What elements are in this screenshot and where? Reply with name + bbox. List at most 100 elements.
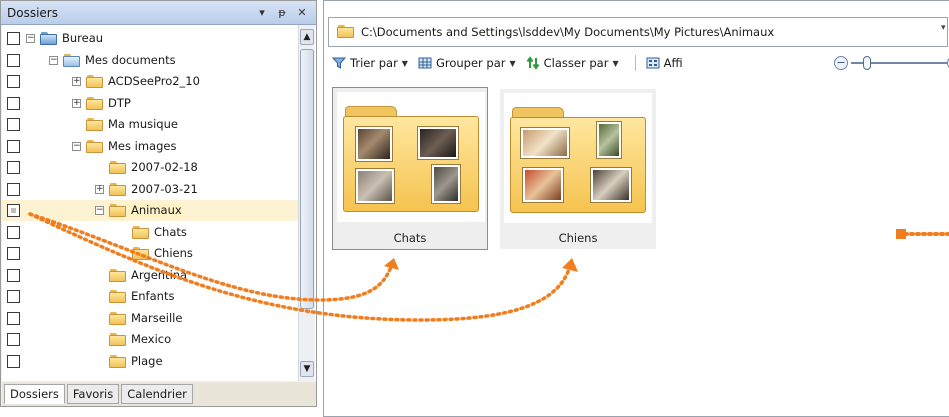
tree-item-checkbox[interactable] [7,311,20,325]
tab-dossiers[interactable]: Dossiers [4,384,65,404]
tree-item[interactable]: + ACDSeePro2_10 [2,71,298,92]
view-label: Affi [663,56,683,70]
documents-icon [63,53,81,68]
close-panel-icon[interactable]: ✕ [294,5,310,21]
tree-item-checkbox[interactable] [7,354,20,368]
tree-item-checkbox[interactable] [7,118,20,131]
tree-item-checkbox[interactable] [7,290,20,303]
address-bar[interactable]: C:\Documents and Settings\lsddev\My Docu… [328,17,948,47]
tree-item-label: Marseille [131,310,183,325]
folder-icon [86,75,104,89]
tree-item[interactable]: Marseille [2,308,298,329]
tree-item-checkbox[interactable] [7,225,20,239]
zoom-knob[interactable] [863,56,871,70]
panel-menu-dropdown-icon[interactable]: ▾ [254,5,270,21]
collapse-icon[interactable]: − [49,55,58,65]
tree-item-checkbox[interactable] [7,32,20,45]
folder-icon [109,182,127,197]
toolbar-separator [634,55,636,71]
tree-scrollbar[interactable]: ▲ ▼ [298,25,315,381]
expand-icon[interactable]: + [72,77,81,86]
view-mode-icon [646,56,660,70]
tree-item[interactable]: 2007-02-18 [2,157,298,178]
pictures-folder-icon [86,139,104,154]
tree-item-checkbox[interactable] [7,333,20,346]
tree-item[interactable]: + DTP [2,93,298,114]
tree-item-label: Bureau [62,31,104,45]
address-path[interactable]: C:\Documents and Settings\lsddev\My Docu… [361,25,774,39]
collapse-icon[interactable]: − [72,141,81,151]
view-button[interactable]: Affi [646,56,683,70]
folder-icon [109,311,127,326]
tree-item-checkbox[interactable] [7,268,20,282]
folders-panel-title: Dossiers [7,5,58,20]
tree-item[interactable]: Mexico [2,329,298,350]
order-by-label: Classer par [543,56,609,70]
collapse-icon[interactable]: − [95,206,104,215]
tree-item[interactable]: Enfants [2,286,298,307]
tree-item-label: Chats [154,224,187,239]
tree-item[interactable]: − Mes documents [2,50,298,71]
tree-item-checkbox[interactable] [7,247,20,260]
tree-item-checkbox[interactable] [7,96,20,110]
tree-item-checkbox[interactable] [7,182,20,196]
folder-icon [109,290,127,304]
tree-item[interactable]: Ma musique [2,114,298,135]
tree-item-checkbox[interactable] [7,204,20,217]
expand-icon[interactable]: + [72,98,81,108]
tree-item-checkbox[interactable] [7,75,20,88]
thumbnail-chats[interactable]: Chats [332,87,488,250]
order-by-dropdown-icon: ▼ [612,58,619,68]
folder-icon [343,106,479,212]
collapse-icon[interactable]: − [26,34,35,43]
tree-item[interactable]: +2007-03-21 [2,179,298,200]
pin-icon[interactable]: ᵽ [274,5,290,21]
file-list-pane: C:\Documents and Settings\lsddev\My Docu… [323,0,949,417]
scrollbar-thumb[interactable] [300,49,314,309]
tree-item-checkbox[interactable] [7,139,20,153]
sort-by-button[interactable]: Trier par ▼ [331,56,408,70]
tree-item-label: Mes documents [85,52,176,67]
tab-calendrier[interactable]: Calendrier [121,384,193,404]
tree-item[interactable]: Chiens [2,243,298,264]
folder-icon [132,225,150,240]
tab-favoris[interactable]: Favoris [66,384,120,404]
folder-icon [86,96,104,111]
tree-item[interactable]: − Mes images [2,136,298,157]
tree-item[interactable]: Chats [2,222,298,243]
scroll-down-arrow-icon[interactable]: ▼ [300,361,314,377]
tree-item-checkbox[interactable] [7,53,20,67]
tree-item-label: 2007-03-21 [131,181,198,196]
thumbnail-label: Chiens [558,231,598,245]
panel-tabs: Dossiers Favoris Calendrier [2,382,316,406]
folders-panel-header: Dossiers ▾ ᵽ ✕ [1,1,316,25]
tree-item-label: Mes images [108,138,177,153]
tree-item-checkbox[interactable] [7,161,20,174]
music-folder-icon [86,118,104,132]
expand-icon[interactable]: + [95,184,104,194]
scroll-up-arrow-icon[interactable]: ▲ [300,29,314,45]
folder-icon [109,268,127,283]
tree-item[interactable]: Plage [2,351,298,372]
tree-item[interactable]: − Animaux [2,200,298,221]
zoom-track[interactable] [851,56,947,70]
order-by-button[interactable]: Classer par ▼ [526,56,619,70]
sort-by-dropdown-icon: ▼ [401,58,408,68]
tree-item-label: DTP [108,95,131,110]
tree-item-label: ACDSeePro2_10 [108,74,200,88]
thumbnail-label: Chats [393,231,427,245]
tree-item[interactable]: Argentina [2,265,298,286]
group-by-label: Grouper par [435,56,506,70]
tree-item[interactable]: − Bureau [2,28,298,49]
group-by-button[interactable]: Grouper par ▼ [418,56,516,70]
desktop-icon [40,32,58,46]
folder-thumbnail-image [337,92,485,222]
sort-by-label: Trier par [350,56,398,70]
zoom-out-icon[interactable]: − [834,56,848,70]
thumbnail-chiens[interactable]: Chiens [500,89,656,249]
folders-panel: Dossiers ▾ ᵽ ✕ − Bureau − Mes documents + ACD… [0,0,317,407]
address-dropdown-icon[interactable]: ▾ [941,23,949,33]
folder-icon [109,354,127,369]
sort-arrows-icon [526,56,540,70]
zoom-slider[interactable]: − + [834,56,949,70]
